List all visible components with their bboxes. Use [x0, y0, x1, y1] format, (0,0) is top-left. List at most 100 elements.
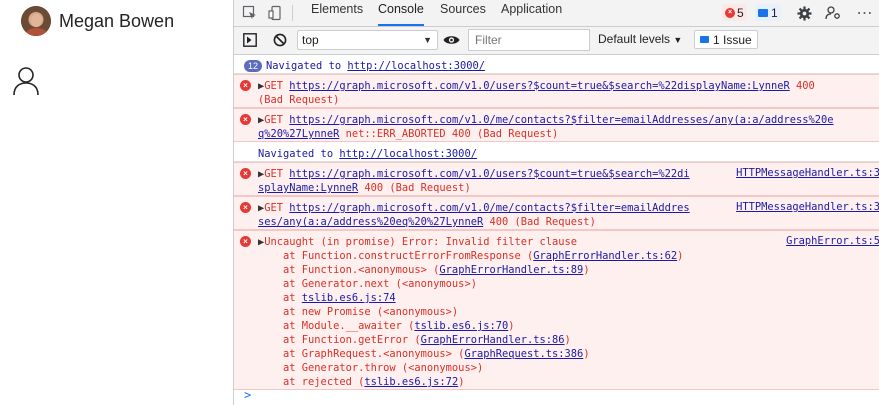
error-message: Uncaught (in promise) Error: Invalid fil…	[264, 236, 578, 248]
request-url[interactable]: https://graph.microsoft.com/v1.0/me/cont…	[289, 114, 833, 126]
stack-frame: at Generator.next (<anonymous>)	[258, 277, 879, 291]
request-method: GET	[264, 114, 290, 126]
stack-frame-text: at Generator.throw (<anonymous>)	[258, 362, 484, 374]
stack-frame-suffix: )	[508, 320, 515, 332]
stack-frame-text: at Generator.next (<anonymous>)	[258, 278, 477, 290]
error-icon: ×	[725, 7, 735, 18]
stack-frame: at new Promise (<anonymous>)	[258, 305, 879, 319]
filter-input[interactable]: Filter	[468, 29, 590, 51]
console-message-navigation: Navigated to http://localhost:3000/	[234, 142, 879, 162]
request-method: GET	[264, 202, 290, 214]
navigation-link[interactable]: http://localhost:3000/	[339, 148, 477, 160]
stack-frame: at rejected (tslib.es6.js:72)	[258, 375, 879, 389]
issues-label: 1 Issue	[713, 32, 752, 47]
stack-frame: at tslib.es6.js:74	[258, 291, 879, 305]
device-toolbar-icon[interactable]	[266, 0, 286, 26]
stack-frame-suffix: )	[564, 334, 571, 346]
request-url[interactable]: https://graph.microsoft.com/v1.0/users?$…	[289, 80, 789, 92]
stack-frame: at Module.__awaiter (tslib.es6.js:70)	[258, 319, 879, 333]
stack-frame-text: at Function.<anonymous> (	[258, 264, 440, 276]
stack-frame-link[interactable]: GraphRequest.ts:386	[464, 348, 583, 360]
status-code: 400	[789, 80, 815, 92]
dropdown-caret-icon: ▼	[423, 35, 432, 45]
console-error-row[interactable]: × ▶GET https://graph.microsoft.com/v1.0/…	[234, 162, 879, 196]
source-link[interactable]: HTTPMessageHandler.ts:3	[728, 167, 879, 179]
stack-frame-text: at Function.constructErrorFromResponse (	[258, 250, 534, 262]
error-icon: ×	[240, 236, 251, 247]
console-prompt[interactable]: >	[244, 388, 251, 402]
stack-frame-suffix: )	[583, 264, 590, 276]
console-error-row[interactable]: × ▶GET https://graph.microsoft.com/v1.0/…	[234, 196, 879, 230]
stack-frame-text: at Function.getError (	[258, 334, 421, 346]
stack-trace: at Function.constructErrorFromResponse (…	[258, 249, 879, 389]
stack-frame-link[interactable]: tslib.es6.js:74	[302, 292, 396, 304]
inspect-element-icon[interactable]	[240, 0, 260, 26]
clear-console-icon[interactable]	[271, 27, 289, 53]
stack-frame-link[interactable]: GraphErrorHandler.ts:89	[439, 264, 583, 276]
tab-elements[interactable]: Elements	[311, 0, 363, 26]
tab-console[interactable]: Console	[378, 0, 424, 26]
request-url[interactable]: https://graph.microsoft.com/v1.0/users?$…	[289, 168, 689, 180]
show-sidebar-icon[interactable]	[241, 27, 259, 53]
error-icon: ×	[240, 168, 251, 179]
context-selector[interactable]: top ▼	[297, 30, 438, 50]
settings-gear-icon[interactable]	[795, 0, 813, 26]
devtools-tabbar: Elements Console Sources Application × 5…	[234, 0, 879, 27]
issues-icon	[700, 36, 709, 43]
log-levels-dropdown[interactable]: Default levels ▼	[598, 32, 682, 46]
console-error-row-uncaught[interactable]: × ▶Uncaught (in promise) Error: Invalid …	[234, 230, 879, 390]
stack-frame-link[interactable]: tslib.es6.js:70	[414, 320, 508, 332]
stack-frame: at GraphRequest.<anonymous> (GraphReques…	[258, 347, 879, 361]
request-url-cont[interactable]: q%20%27LynneR	[258, 128, 339, 140]
error-count-badge[interactable]: × 5	[722, 4, 747, 21]
repeat-count-badge: 12	[244, 60, 263, 72]
stack-frame-text: at Module.__awaiter (	[258, 320, 415, 332]
stack-frame-link[interactable]: tslib.es6.js:72	[364, 376, 458, 388]
app-pane: Megan Bowen	[0, 0, 233, 405]
user-name: Megan Bowen	[59, 10, 175, 31]
stack-frame: at Function.constructErrorFromResponse (…	[258, 249, 879, 263]
tab-application[interactable]: Application	[501, 0, 562, 26]
navigation-link[interactable]: http://localhost:3000/	[347, 60, 485, 72]
message-icon	[758, 8, 768, 17]
error-count: 5	[737, 5, 744, 20]
stack-frame-text: at new Promise (<anonymous>)	[258, 306, 459, 318]
stack-frame: at Generator.throw (<anonymous>)	[258, 361, 879, 375]
stack-frame-link[interactable]: GraphErrorHandler.ts:62	[533, 250, 677, 262]
navigation-text: Navigated to	[258, 148, 340, 160]
request-url[interactable]: https://graph.microsoft.com/v1.0/me/cont…	[289, 202, 689, 214]
more-options-icon[interactable]: ⋯	[854, 0, 874, 26]
message-count: 1	[771, 5, 778, 20]
console-error-row[interactable]: × ▶GET https://graph.microsoft.com/v1.0/…	[234, 108, 879, 142]
request-method: GET	[264, 80, 290, 92]
error-icon: ×	[240, 202, 251, 213]
live-expression-eye-icon[interactable]	[441, 27, 461, 53]
stack-frame-link[interactable]: GraphErrorHandler.ts:86	[421, 334, 565, 346]
tab-sources[interactable]: Sources	[440, 0, 486, 26]
source-link[interactable]: HTTPMessageHandler.ts:3	[728, 201, 879, 213]
stack-frame-suffix: )	[458, 376, 465, 388]
stack-frame-text: at GraphRequest.<anonymous> (	[258, 348, 465, 360]
message-count-badge[interactable]: 1	[755, 4, 781, 21]
issues-button[interactable]: 1 Issue	[694, 30, 758, 49]
avatar[interactable]	[21, 6, 51, 36]
request-url-cont[interactable]: splayName:LynneR	[258, 182, 358, 194]
status-text: 400 (Bad Request)	[483, 216, 596, 228]
error-icon: ×	[240, 80, 251, 91]
status-text: (Bad Request)	[258, 94, 340, 106]
console-output: 12 Navigated to http://localhost:3000/ × …	[234, 55, 879, 405]
stack-frame-text: at rejected (	[258, 376, 365, 388]
console-toolbar: top ▼ Filter Default levels ▼ 1 Issue	[234, 27, 879, 55]
request-url-cont[interactable]: ses/any(a:a/address%20eq%20%27LynneR	[258, 216, 483, 228]
context-value: top	[302, 33, 319, 47]
user-header[interactable]: Megan Bowen	[21, 6, 174, 36]
person-outline-icon[interactable]	[12, 66, 40, 96]
status-text: net::ERR_ABORTED 400 (Bad Request)	[339, 128, 559, 140]
customize-icon[interactable]	[824, 0, 842, 26]
devtools-panel: Elements Console Sources Application × 5…	[233, 0, 879, 405]
console-error-row[interactable]: × ▶GET https://graph.microsoft.com/v1.0/…	[234, 74, 879, 108]
navigation-text: Navigated to	[266, 60, 348, 72]
source-link[interactable]: GraphError.ts:5	[778, 235, 879, 247]
stack-frame: at Function.<anonymous> (GraphErrorHandl…	[258, 263, 879, 277]
log-levels-label: Default levels	[598, 32, 671, 46]
